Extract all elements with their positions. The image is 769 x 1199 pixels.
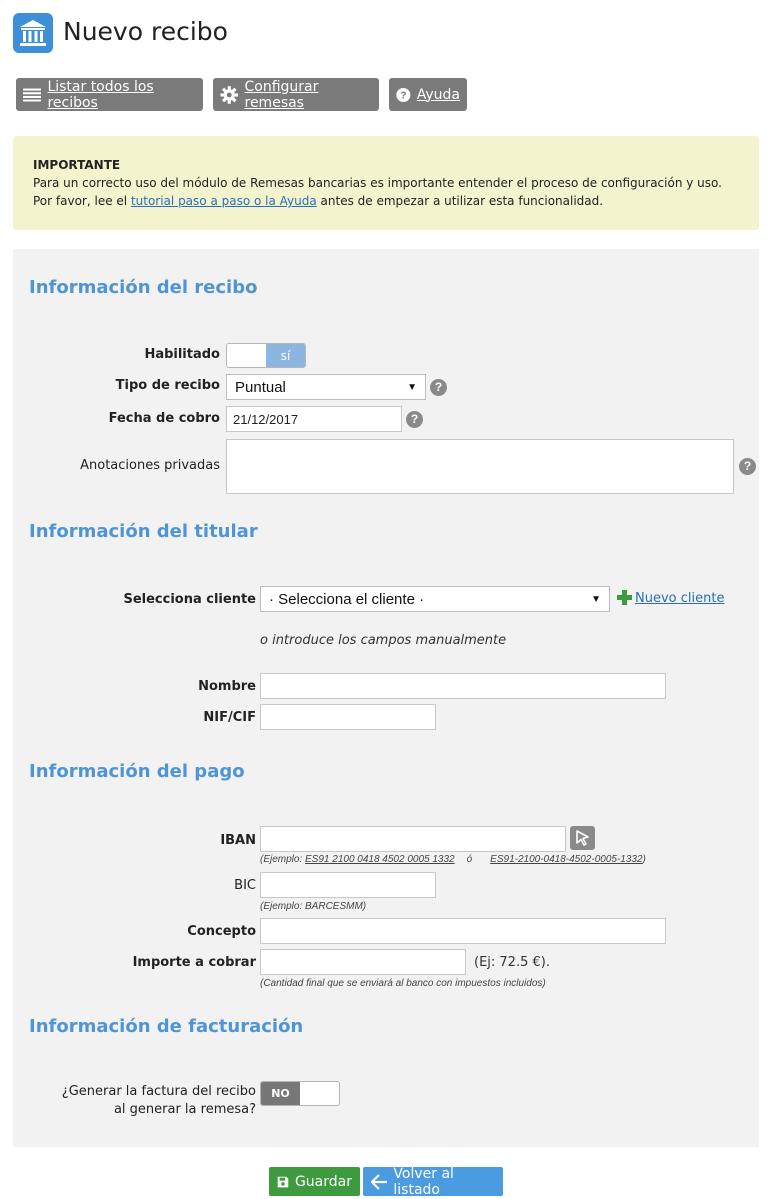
private-notes-help-icon[interactable]: ? [739, 458, 756, 475]
list-icon [23, 88, 42, 101]
receipt-type-label: Tipo de recibo [115, 378, 220, 393]
back-to-list-label: Volver al listado [393, 1165, 454, 1198]
iban-hint-suffix: ) [642, 854, 646, 865]
arrow-left-icon [371, 1174, 388, 1189]
amount-hint: (Cantidad final que se enviará al banco … [260, 978, 546, 989]
client-select-value: · Selecciona el cliente · [269, 590, 425, 608]
help-label: Ayuda [416, 86, 460, 103]
holder-section-title: Información del titular [29, 521, 258, 542]
concept-label: Concepto [187, 924, 256, 939]
iban-input[interactable] [260, 826, 566, 852]
floppy-disk-icon [277, 1176, 289, 1187]
generate-invoice-label: ¿Generar la factura del recibo al genera… [36, 1083, 256, 1119]
notice-line-2: Por favor, lee el tutorial paso a paso o… [33, 192, 739, 210]
bic-label: BIC [234, 878, 256, 893]
billing-section-title: Información de facturación [29, 1016, 304, 1037]
configure-remittances-button[interactable]: Configurar remesas [213, 78, 379, 111]
toggle-off-side [227, 344, 266, 367]
svg-text:?: ? [400, 90, 406, 101]
new-client-link[interactable]: Nuevo cliente [635, 591, 724, 606]
receipt-type-select[interactable]: Puntual ▼ [226, 374, 426, 400]
iban-hint-or: ó [466, 854, 473, 865]
question-icon: ? [396, 87, 411, 102]
bic-example-hint: (Ejemplo: BARCESMM) [260, 901, 367, 912]
enabled-label: Habilitado [144, 347, 220, 362]
payment-section-title: Información del pago [29, 761, 245, 782]
private-notes-label: Anotaciones privadas [80, 458, 220, 473]
concept-input[interactable] [260, 918, 666, 944]
iban-hint-prefix: (Ejemplo: [260, 854, 306, 865]
amount-label: Importe a cobrar [132, 955, 256, 970]
important-notice: IMPORTANTE Para un correcto uso del módu… [13, 136, 759, 230]
receipt-type-help-icon[interactable]: ? [430, 379, 447, 396]
iban-example-2: ES91-2100-0418-4502-0005-1332 [490, 854, 643, 865]
list-receipts-label: Listar todos los recibos [47, 78, 154, 111]
toggle-on-side: sí [266, 344, 305, 367]
notice-title: IMPORTANTE [33, 158, 121, 172]
name-input[interactable] [260, 673, 666, 699]
bic-input[interactable] [260, 872, 436, 898]
notice-line-1: Para un correcto uso del módulo de Remes… [33, 176, 722, 190]
page-title: Nuevo recibo [63, 17, 228, 46]
iban-example-1: ES91 2100 0418 4502 0005 1332 [305, 854, 455, 865]
client-select[interactable]: · Selecciona el cliente · ▼ [260, 586, 610, 612]
back-to-list-button[interactable]: Volver al listado [363, 1165, 503, 1198]
chevron-down-icon: ▼ [591, 593, 601, 605]
generate-invoice-label-line1: ¿Generar la factura del recibo [61, 1084, 256, 1099]
private-notes-textarea[interactable] [226, 439, 734, 494]
tutorial-link[interactable]: tutorial paso a paso o la Ayuda [131, 194, 317, 208]
save-label: Guardar [294, 1173, 352, 1190]
plus-icon[interactable] [617, 590, 632, 605]
gear-icon [220, 85, 239, 104]
configure-remittances-label: Configurar remesas [244, 78, 319, 111]
notice-line-2-pre: Por favor, lee el [33, 194, 131, 208]
collection-date-input[interactable]: 21/12/2017 [226, 406, 402, 432]
amount-input[interactable] [260, 949, 466, 975]
name-label: Nombre [198, 679, 256, 694]
notice-line-2-post: antes de empezar a utilizar esta funcion… [316, 194, 604, 208]
toggle-on-side [300, 1082, 339, 1105]
select-client-label: Selecciona cliente [123, 592, 256, 607]
manual-fields-hint: o introduce los campos manualmente [260, 633, 507, 648]
chevron-down-icon: ▼ [407, 381, 417, 393]
nif-input[interactable] [260, 704, 436, 730]
generate-invoice-label-line2: al generar la remesa? [113, 1102, 256, 1117]
enabled-toggle[interactable]: sí [226, 343, 306, 368]
iban-example-hint: (Ejemplo: ES91 2100 0418 4502 0005 1332 ó… [260, 854, 646, 865]
bank-icon [13, 13, 53, 53]
receipt-type-value: Puntual [235, 378, 286, 396]
nif-label: NIF/CIF [203, 710, 256, 725]
amount-example: (Ej: 72.5 €). [474, 955, 550, 970]
help-button[interactable]: ? Ayuda [389, 78, 467, 111]
save-button[interactable]: Guardar [269, 1167, 360, 1196]
receipt-section-title: Información del recibo [29, 277, 258, 298]
collection-date-help-icon[interactable]: ? [406, 411, 423, 428]
list-receipts-button[interactable]: Listar todos los recibos [16, 78, 203, 111]
cursor-pointer-icon[interactable] [570, 826, 595, 850]
generate-invoice-toggle[interactable]: NO [260, 1081, 340, 1106]
toggle-off-side: NO [261, 1082, 300, 1105]
iban-label: IBAN [220, 833, 256, 848]
collection-date-label: Fecha de cobro [108, 411, 220, 426]
